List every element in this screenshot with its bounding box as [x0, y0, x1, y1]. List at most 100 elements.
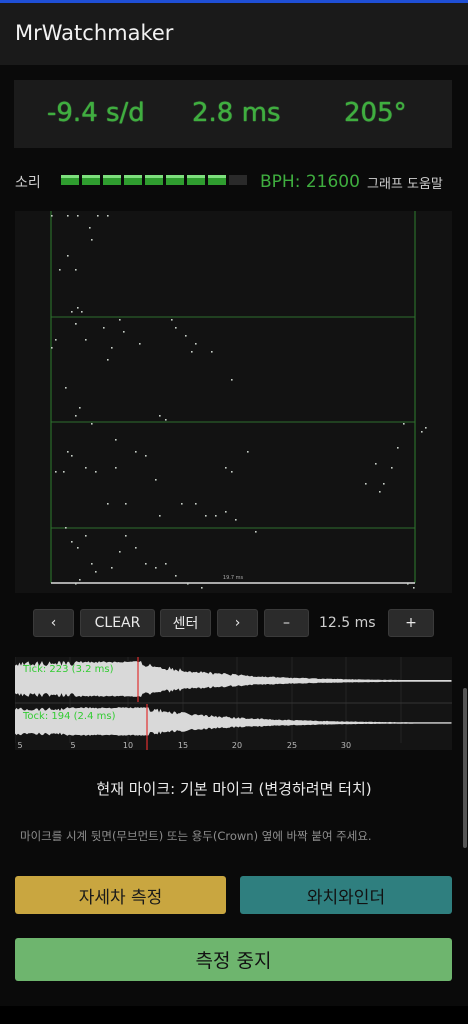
beat-dot: [181, 503, 183, 505]
meter-segment: [103, 175, 121, 185]
beat-dot: [231, 471, 233, 473]
beat-dot: [111, 567, 113, 569]
beat-dot: [71, 455, 73, 457]
waveform-axis-tick: 15: [178, 741, 188, 750]
waveform-axis-tick: 25: [287, 741, 297, 750]
beat-dot: [65, 527, 67, 529]
beat-dot: [425, 427, 427, 429]
tick-label: Tick: 223 (3.2 ms): [22, 664, 114, 675]
app-bar: MrWatchmaker: [0, 3, 468, 65]
graph-help-link[interactable]: 그래프 도움말: [367, 173, 443, 192]
beat-dot: [81, 311, 83, 313]
beat-dot: [383, 483, 385, 485]
mic-status[interactable]: 현재 마이크: 기본 마이크 (변경하려면 터치): [0, 778, 468, 799]
beat-dot: [205, 515, 207, 517]
beat-dot: [75, 323, 77, 325]
waveform-panel: Tick: 223 (3.2 ms) Tock: 194 (2.4 ms) 5 5…: [14, 657, 452, 750]
beat-dot: [185, 335, 187, 337]
beat-dot: [125, 503, 127, 505]
beat-dot: [123, 331, 125, 333]
beat-dot: [379, 491, 381, 493]
shift-left-button[interactable]: ‹: [33, 609, 74, 637]
beat-dot: [97, 215, 99, 217]
posture-test-button[interactable]: 자세차 측정: [15, 876, 226, 914]
meter-segment: [166, 175, 184, 185]
beat-dot: [165, 419, 167, 421]
beat-dot: [85, 535, 87, 537]
beat-dot: [115, 439, 117, 441]
scale-label: 12.5 ms: [319, 615, 376, 631]
beat-dot: [391, 467, 393, 469]
beat-dot: [55, 471, 57, 473]
beat-dot: [79, 579, 81, 581]
beat-dot: [397, 447, 399, 449]
beat-dot: [225, 467, 227, 469]
beat-dot: [159, 415, 161, 417]
beat-dot: [175, 575, 177, 577]
beat-dot: [91, 563, 93, 565]
meter-segment: [145, 175, 163, 185]
sound-level-meter: [61, 175, 247, 185]
beat-dot: [211, 351, 213, 353]
beat-dot: [171, 319, 173, 321]
bph-value[interactable]: BPH: 21600: [260, 172, 360, 192]
beat-dot: [111, 347, 113, 349]
waveform-axis-tick: 5: [17, 741, 22, 750]
zoom-in-button[interactable]: +: [388, 609, 434, 637]
beat-dot: [91, 423, 93, 425]
beat-dot: [103, 327, 105, 329]
beat-dot: [187, 583, 189, 585]
beat-dot: [247, 451, 249, 453]
system-nav-bar: [0, 1006, 468, 1024]
timegrapher-plot[interactable]: 19.7 ms: [15, 211, 452, 593]
beat-dot: [77, 307, 79, 309]
meter-segment: [124, 175, 142, 185]
measure-label: 19.7 ms: [223, 575, 244, 581]
tock-label: Tock: 194 (2.4 ms): [22, 711, 116, 722]
beat-dot: [85, 467, 87, 469]
beat-dot: [159, 515, 161, 517]
beat-dot: [235, 519, 237, 521]
beat-dot: [231, 379, 233, 381]
waveform-axis-tick: 30: [341, 741, 351, 750]
mic-hint: 마이크를 시계 뒷면(무브먼트) 또는 용두(Crown) 옆에 바짝 붙여 주…: [20, 829, 372, 843]
beat-dot: [67, 451, 69, 453]
stop-measure-button[interactable]: 측정 중지: [15, 938, 452, 981]
waveform-axis-tick: 10: [123, 741, 133, 750]
beat-dot: [75, 269, 77, 271]
beat-dot: [91, 239, 93, 241]
beat-dot: [51, 347, 53, 349]
watch-winder-button[interactable]: 와치와인더: [240, 876, 452, 914]
zoom-out-button[interactable]: –: [264, 609, 309, 637]
meter-segment: [208, 175, 226, 185]
beat-dot: [75, 415, 77, 417]
beat-dot: [51, 215, 53, 217]
beat-dot: [125, 535, 127, 537]
beat-dot: [215, 515, 217, 517]
waveform-axis-tick: 5: [70, 741, 75, 750]
shift-right-button[interactable]: ›: [217, 609, 258, 637]
meter-segment: [229, 175, 247, 185]
readout-panel: -9.4 s/d 2.8 ms 205°: [14, 80, 452, 148]
meter-segment: [187, 175, 205, 185]
beat-dot: [63, 471, 65, 473]
beat-dot: [155, 567, 157, 569]
scrollbar[interactable]: [463, 688, 467, 848]
beat-dot: [413, 587, 415, 589]
beat-dot: [85, 339, 87, 341]
beat-dot: [155, 479, 157, 481]
clear-button[interactable]: CLEAR: [80, 609, 155, 637]
beat-dot: [145, 455, 147, 457]
beat-dot: [255, 531, 257, 533]
beat-dot: [107, 359, 109, 361]
beat-dot: [67, 215, 69, 217]
beat-dot: [67, 255, 69, 257]
amplitude-value: 205°: [344, 98, 407, 128]
beat-dot: [135, 547, 137, 549]
beat-dot: [139, 343, 141, 345]
beat-dot: [165, 563, 167, 565]
beat-error-value: 2.8 ms: [192, 98, 281, 128]
center-button[interactable]: 센터: [160, 609, 211, 637]
beat-dot: [225, 511, 227, 513]
rate-value: -9.4 s/d: [47, 98, 145, 128]
